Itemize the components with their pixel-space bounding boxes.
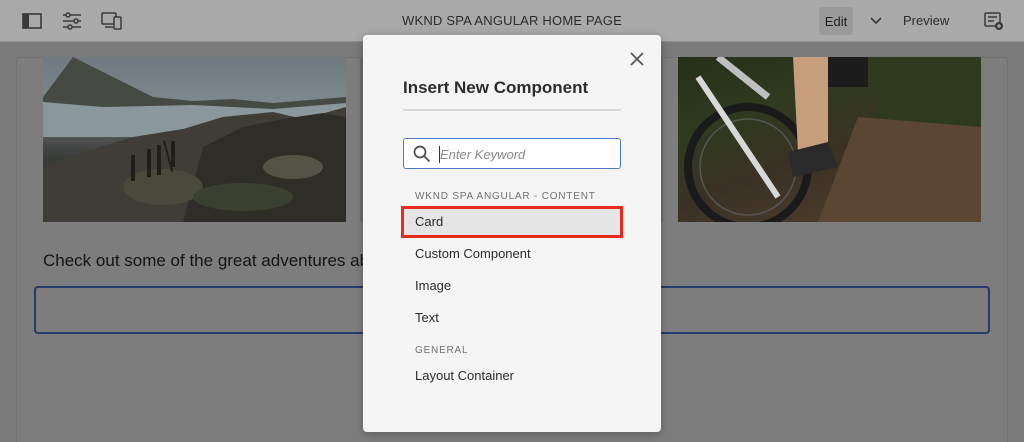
page-body-text: Check out some of the great adventures a… — [43, 251, 370, 270]
insert-component-dialog: Insert New Component WKND SPA ANGULAR - … — [363, 35, 661, 432]
group-header-general: GENERAL — [415, 345, 469, 356]
lake-hikers-image[interactable] — [43, 57, 346, 222]
page-info-icon[interactable] — [982, 9, 1006, 33]
component-item-custom-component[interactable]: Custom Component — [403, 240, 621, 268]
chevron-down-icon[interactable] — [866, 11, 886, 31]
component-item-card[interactable]: Card — [401, 206, 623, 238]
preview-button[interactable]: Preview — [903, 13, 949, 28]
edit-button[interactable]: Edit — [819, 7, 853, 35]
group-header-wknd-content: WKND SPA ANGULAR - CONTENT — [415, 191, 596, 202]
search-input[interactable] — [440, 143, 615, 165]
search-field[interactable] — [403, 138, 621, 169]
search-icon — [413, 145, 431, 163]
dialog-title: Insert New Component — [403, 78, 589, 97]
mountain-bike-image[interactable] — [678, 57, 981, 222]
close-icon[interactable] — [628, 50, 646, 68]
component-item-image[interactable]: Image — [403, 272, 621, 300]
component-item-layout-container[interactable]: Layout Container — [403, 362, 621, 390]
component-item-text[interactable]: Text — [403, 304, 621, 332]
title-divider — [403, 109, 621, 111]
